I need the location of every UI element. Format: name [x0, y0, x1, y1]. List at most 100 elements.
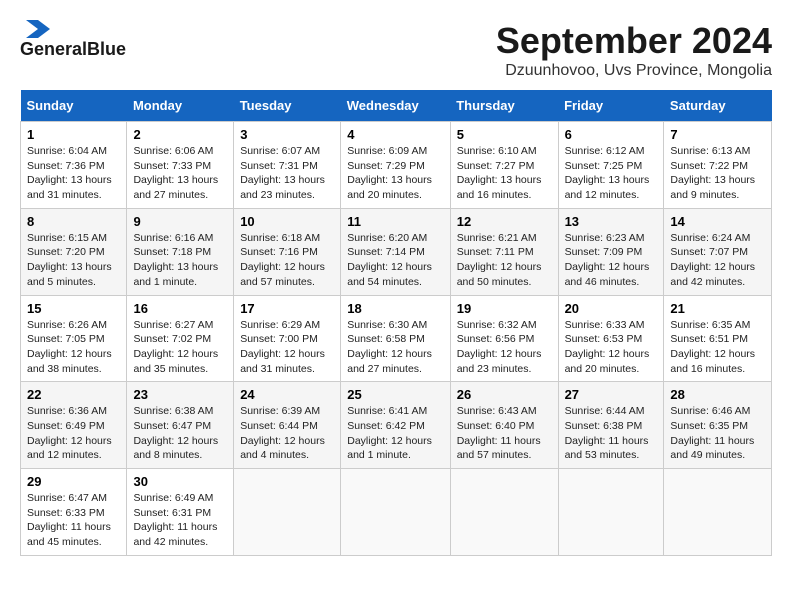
day-number: 13 [565, 214, 658, 229]
calendar-day-cell: 10 Sunrise: 6:18 AMSunset: 7:16 PMDayligh… [234, 208, 341, 295]
location: Dzuunhovoo, Uvs Province, Mongolia [496, 62, 772, 80]
day-info: Sunrise: 6:30 AMSunset: 6:58 PMDaylight:… [347, 318, 443, 377]
day-info: Sunrise: 6:43 AMSunset: 6:40 PMDaylight:… [457, 404, 552, 463]
day-number: 11 [347, 214, 443, 229]
day-info: Sunrise: 6:18 AMSunset: 7:16 PMDaylight:… [240, 231, 334, 290]
calendar-day-cell [234, 469, 341, 556]
calendar-header-row: SundayMondayTuesdayWednesdayThursdayFrid… [21, 90, 772, 122]
day-number: 3 [240, 127, 334, 142]
logo-text-blue: Blue [87, 40, 126, 60]
calendar-day-cell: 4 Sunrise: 6:09 AMSunset: 7:29 PMDaylight… [341, 122, 450, 209]
calendar-day-cell: 16 Sunrise: 6:27 AMSunset: 7:02 PMDayligh… [127, 295, 234, 382]
day-info: Sunrise: 6:33 AMSunset: 6:53 PMDaylight:… [565, 318, 658, 377]
day-info: Sunrise: 6:24 AMSunset: 7:07 PMDaylight:… [670, 231, 765, 290]
day-info: Sunrise: 6:36 AMSunset: 6:49 PMDaylight:… [27, 404, 120, 463]
title-area: September 2024 Dzuunhovoo, Uvs Province,… [496, 20, 772, 80]
day-info: Sunrise: 6:06 AMSunset: 7:33 PMDaylight:… [133, 144, 227, 203]
day-number: 29 [27, 474, 120, 489]
calendar-day-cell: 6 Sunrise: 6:12 AMSunset: 7:25 PMDaylight… [558, 122, 664, 209]
calendar-table: SundayMondayTuesdayWednesdayThursdayFrid… [20, 90, 772, 556]
day-number: 14 [670, 214, 765, 229]
day-number: 12 [457, 214, 552, 229]
calendar-day-cell: 11 Sunrise: 6:20 AMSunset: 7:14 PMDayligh… [341, 208, 450, 295]
day-number: 26 [457, 387, 552, 402]
calendar-day-cell: 27 Sunrise: 6:44 AMSunset: 6:38 PMDayligh… [558, 382, 664, 469]
calendar-day-cell: 22Sunrise: 6:36 AMSunset: 6:49 PMDayligh… [21, 382, 127, 469]
calendar-day-cell: 15 Sunrise: 6:26 AMSunset: 7:05 PMDayligh… [21, 295, 127, 382]
day-number: 6 [565, 127, 658, 142]
day-info: Sunrise: 6:29 AMSunset: 7:00 PMDaylight:… [240, 318, 334, 377]
day-info: Sunrise: 6:20 AMSunset: 7:14 PMDaylight:… [347, 231, 443, 290]
day-header-thursday: Thursday [450, 90, 558, 122]
day-number: 5 [457, 127, 552, 142]
day-info: Sunrise: 6:07 AMSunset: 7:31 PMDaylight:… [240, 144, 334, 203]
calendar-week-row: 15 Sunrise: 6:26 AMSunset: 7:05 PMDayligh… [21, 295, 772, 382]
day-info: Sunrise: 6:26 AMSunset: 7:05 PMDaylight:… [27, 318, 120, 377]
calendar-day-cell: 7 Sunrise: 6:13 AMSunset: 7:22 PMDaylight… [664, 122, 772, 209]
calendar-day-cell: 20Sunrise: 6:33 AMSunset: 6:53 PMDayligh… [558, 295, 664, 382]
day-number: 27 [565, 387, 658, 402]
day-info: Sunrise: 6:39 AMSunset: 6:44 PMDaylight:… [240, 404, 334, 463]
day-number: 30 [133, 474, 227, 489]
day-info: Sunrise: 6:12 AMSunset: 7:25 PMDaylight:… [565, 144, 658, 203]
calendar-week-row: 22Sunrise: 6:36 AMSunset: 6:49 PMDayligh… [21, 382, 772, 469]
calendar-day-cell: 28 Sunrise: 6:46 AMSunset: 6:35 PMDayligh… [664, 382, 772, 469]
month-title: September 2024 [496, 20, 772, 62]
calendar-day-cell: 24Sunrise: 6:39 AMSunset: 6:44 PMDayligh… [234, 382, 341, 469]
calendar-day-cell: 21Sunrise: 6:35 AMSunset: 6:51 PMDayligh… [664, 295, 772, 382]
day-header-tuesday: Tuesday [234, 90, 341, 122]
day-info: Sunrise: 6:49 AMSunset: 6:31 PMDaylight:… [133, 491, 227, 550]
calendar-day-cell: 8 Sunrise: 6:15 AMSunset: 7:20 PMDaylight… [21, 208, 127, 295]
calendar-day-cell: 1 Sunrise: 6:04 AMSunset: 7:36 PMDaylight… [21, 122, 127, 209]
day-number: 4 [347, 127, 443, 142]
day-number: 16 [133, 301, 227, 316]
calendar-day-cell: 19Sunrise: 6:32 AMSunset: 6:56 PMDayligh… [450, 295, 558, 382]
logo-icon [20, 20, 50, 38]
calendar-week-row: 1 Sunrise: 6:04 AMSunset: 7:36 PMDaylight… [21, 122, 772, 209]
day-info: Sunrise: 6:41 AMSunset: 6:42 PMDaylight:… [347, 404, 443, 463]
day-header-saturday: Saturday [664, 90, 772, 122]
calendar-day-cell: 9Sunrise: 6:16 AMSunset: 7:18 PMDaylight… [127, 208, 234, 295]
calendar-day-cell: 18 Sunrise: 6:30 AMSunset: 6:58 PMDayligh… [341, 295, 450, 382]
calendar-day-cell [341, 469, 450, 556]
day-number: 2 [133, 127, 227, 142]
day-info: Sunrise: 6:44 AMSunset: 6:38 PMDaylight:… [565, 404, 658, 463]
calendar-day-cell: 14 Sunrise: 6:24 AMSunset: 7:07 PMDayligh… [664, 208, 772, 295]
day-info: Sunrise: 6:13 AMSunset: 7:22 PMDaylight:… [670, 144, 765, 203]
day-number: 23 [133, 387, 227, 402]
day-number: 25 [347, 387, 443, 402]
day-header-monday: Monday [127, 90, 234, 122]
calendar-day-cell: 26 Sunrise: 6:43 AMSunset: 6:40 PMDayligh… [450, 382, 558, 469]
day-number: 1 [27, 127, 120, 142]
day-info: Sunrise: 6:32 AMSunset: 6:56 PMDaylight:… [457, 318, 552, 377]
day-number: 17 [240, 301, 334, 316]
day-number: 15 [27, 301, 120, 316]
calendar-day-cell: 12Sunrise: 6:21 AMSunset: 7:11 PMDayligh… [450, 208, 558, 295]
calendar-day-cell: 17 Sunrise: 6:29 AMSunset: 7:00 PMDayligh… [234, 295, 341, 382]
calendar-day-cell [664, 469, 772, 556]
calendar-body: 1 Sunrise: 6:04 AMSunset: 7:36 PMDaylight… [21, 122, 772, 556]
day-number: 28 [670, 387, 765, 402]
calendar-day-cell: 5Sunrise: 6:10 AMSunset: 7:27 PMDaylight… [450, 122, 558, 209]
day-number: 7 [670, 127, 765, 142]
day-info: Sunrise: 6:09 AMSunset: 7:29 PMDaylight:… [347, 144, 443, 203]
day-number: 9 [133, 214, 227, 229]
day-header-wednesday: Wednesday [341, 90, 450, 122]
day-header-sunday: Sunday [21, 90, 127, 122]
calendar-day-cell: 3 Sunrise: 6:07 AMSunset: 7:31 PMDaylight… [234, 122, 341, 209]
day-info: Sunrise: 6:27 AMSunset: 7:02 PMDaylight:… [133, 318, 227, 377]
calendar-day-cell: 30 Sunrise: 6:49 AMSunset: 6:31 PMDayligh… [127, 469, 234, 556]
day-info: Sunrise: 6:15 AMSunset: 7:20 PMDaylight:… [27, 231, 120, 290]
day-info: Sunrise: 6:35 AMSunset: 6:51 PMDaylight:… [670, 318, 765, 377]
day-number: 18 [347, 301, 443, 316]
day-number: 10 [240, 214, 334, 229]
day-info: Sunrise: 6:04 AMSunset: 7:36 PMDaylight:… [27, 144, 120, 203]
day-info: Sunrise: 6:47 AMSunset: 6:33 PMDaylight:… [27, 491, 120, 550]
day-info: Sunrise: 6:46 AMSunset: 6:35 PMDaylight:… [670, 404, 765, 463]
calendar-day-cell: 25 Sunrise: 6:41 AMSunset: 6:42 PMDayligh… [341, 382, 450, 469]
calendar-week-row: 29 Sunrise: 6:47 AMSunset: 6:33 PMDayligh… [21, 469, 772, 556]
day-info: Sunrise: 6:38 AMSunset: 6:47 PMDaylight:… [133, 404, 227, 463]
day-header-friday: Friday [558, 90, 664, 122]
day-number: 8 [27, 214, 120, 229]
logo: General Blue [20, 20, 126, 60]
